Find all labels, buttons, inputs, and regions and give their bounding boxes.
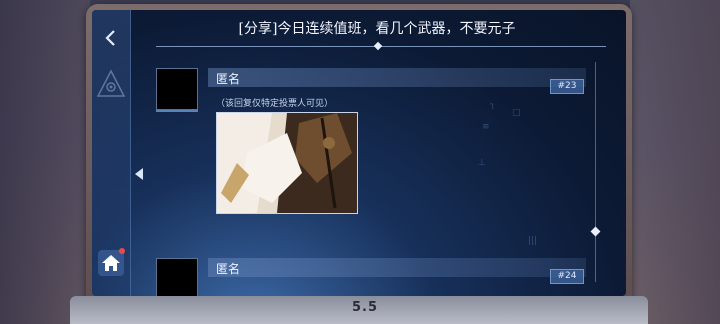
side-rail — [92, 10, 131, 296]
decoration-glyph: □ — [512, 108, 521, 118]
avatar[interactable] — [156, 68, 198, 110]
floor-badge: #23 — [550, 79, 584, 94]
eye-triangle-emblem-icon — [96, 69, 126, 97]
title-divider-ornament — [373, 41, 383, 51]
thread-title: [分享]今日连续值班，看几个武器，不要元子 — [238, 21, 516, 37]
notification-dot — [119, 248, 125, 254]
visibility-note: （该回复仅特定投票人可见） — [216, 99, 334, 109]
decoration-glyph: ⊥ — [478, 158, 486, 168]
decoration-glyph: ||| — [528, 236, 538, 246]
decoration-glyph: ≡ — [482, 122, 490, 132]
author-name: 匿名 — [216, 262, 241, 276]
scrollbar-track[interactable] — [595, 62, 596, 282]
forum-screen: [分享]今日连续值班，看几个武器，不要元子 ┐ □ ≡ ⊥ ||| 匿名 #23… — [92, 10, 626, 296]
background-right — [630, 0, 720, 324]
author-bar — [208, 258, 586, 277]
background-left — [0, 0, 90, 324]
author-name: 匿名 — [216, 72, 241, 86]
back-arrow-icon — [105, 30, 115, 46]
scrollbar-thumb[interactable] — [590, 226, 601, 237]
floor-badge: #24 — [550, 269, 584, 284]
home-icon — [102, 255, 120, 271]
decoration-glyph: ┐ — [490, 100, 496, 110]
laptop-brand-label: 5.5 — [351, 300, 379, 315]
avatar-underline — [156, 110, 198, 112]
avatar[interactable] — [156, 258, 198, 296]
weapon-artwork — [217, 113, 357, 213]
reply-image[interactable] — [216, 112, 358, 214]
back-button[interactable] — [99, 26, 123, 50]
collapse-arrow-icon[interactable] — [132, 166, 146, 182]
home-button[interactable] — [98, 248, 125, 276]
author-bar — [208, 68, 586, 87]
